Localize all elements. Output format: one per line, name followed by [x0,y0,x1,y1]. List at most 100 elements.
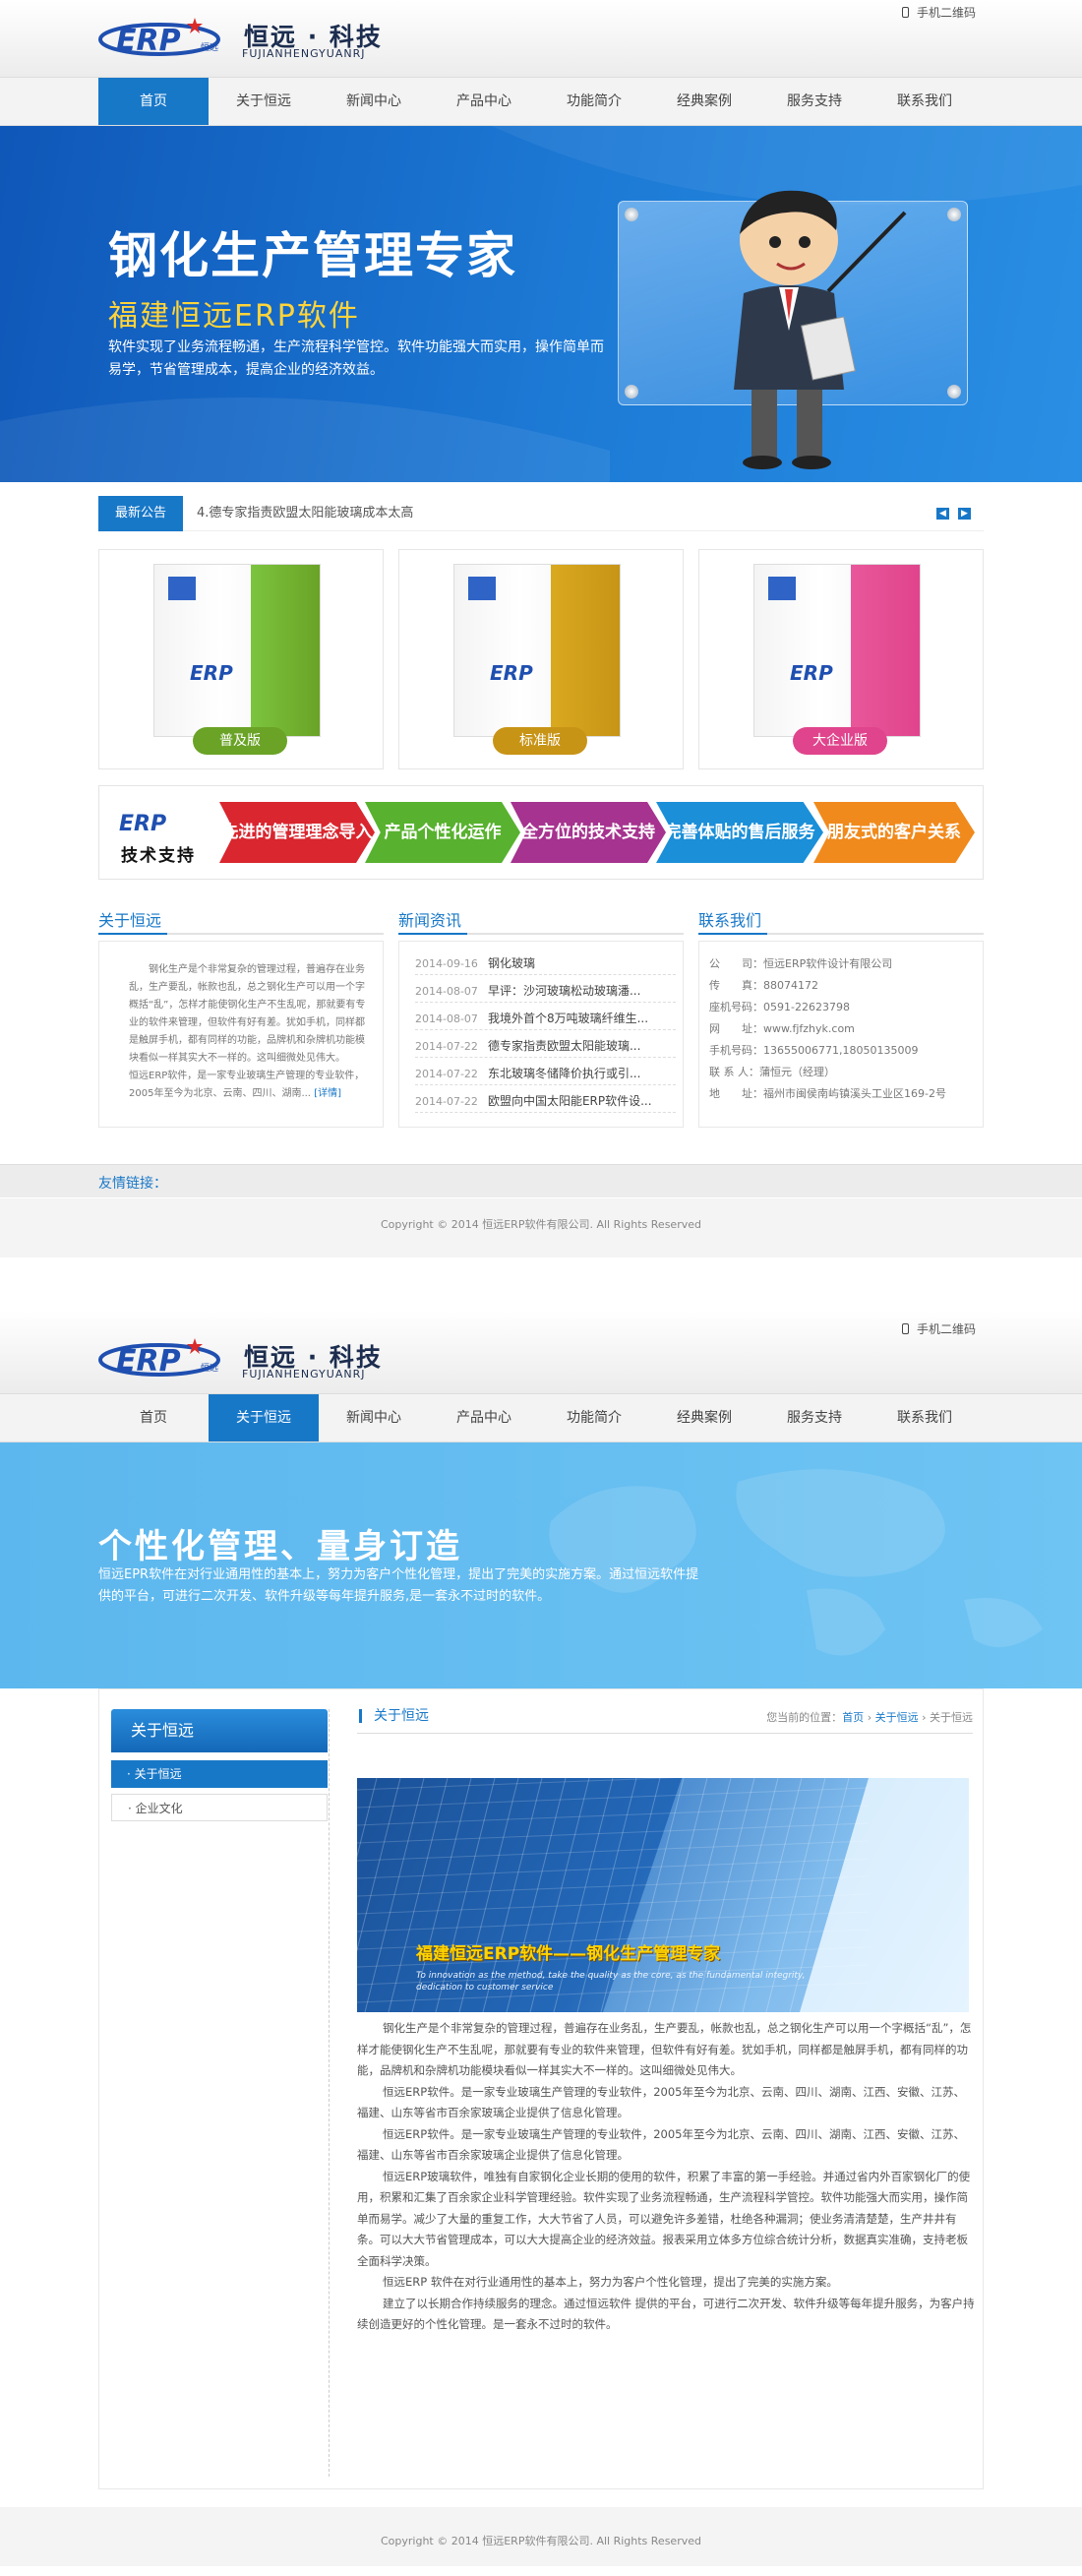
notice-text[interactable]: 4.德专家指责欧盟太阳能玻璃成本太高 [197,496,413,531]
news-item[interactable]: 2014-08-07 早评：沙河玻璃松动玻璃潘... [415,979,676,1003]
product-box-image: ERP [753,564,921,737]
notice-next-icon[interactable]: ▶ [958,508,971,520]
banner-title: 钢化生产管理专家 [108,227,517,284]
box-corner-mark [768,577,796,600]
article-paragraph: 恒远ERP 软件在对行业通用性的基本上，努力为客户个性化管理，提出了完美的实施方… [383,2275,838,2289]
breadcrumb-separator-icon: › [922,1711,930,1724]
sidebar: 关于恒远 · 关于恒远 · 企业文化 [111,1709,330,2477]
contact-website[interactable]: 网 址：www.fjfzhyk.com [709,1020,855,1036]
nav-cases[interactable]: 经典案例 [649,1394,759,1441]
footer: Copyright © 2014 恒远ERP软件有限公司. All Rights… [0,1198,1082,1257]
article-paragraph: 恒远ERP软件。是一家专业玻璃生产管理的专业软件，2005年至今为北京、云南、四… [357,2126,965,2163]
header-bar: ERP 恒远 恒远 · 科技 FUJIANHENGYUANRJ 手机二维码 [0,0,1082,77]
product-standard-button[interactable]: 标准版 [493,727,587,755]
feature-arrow-5: 朋友式的客户关系 [813,802,975,863]
sidebar-item-culture[interactable]: · 企业文化 [111,1794,328,1821]
mobile-qrcode-link[interactable]: 手机二维码 [901,4,976,21]
nav-products[interactable]: 产品中心 [429,78,539,125]
nav-home[interactable]: 首页 [98,1394,209,1441]
nav-home[interactable]: 首页 [98,78,209,125]
svg-text:ERP: ERP [116,1344,181,1379]
nav-about[interactable]: 关于恒远 [209,1394,319,1441]
site-logo[interactable]: ERP 恒远 恒远 · 科技 FUJIANHENGYUANRJ [98,1328,381,1387]
news-item[interactable]: 2014-08-07 我境外首个8万吨玻璃纤维生... [415,1007,676,1030]
feature-arrow-2: 产品个性化运作 [365,802,520,863]
contact-title[interactable]: 联系我们 [698,907,761,931]
logo-small-text: 恒远 [201,43,219,53]
banner-subtitle: 福建恒远ERP软件 [108,299,360,334]
about-box: 钢化生产是个非常复杂的管理过程，普遍存在业务乱，生产要乱，帐款也乱，总之钢化生产… [98,941,384,1128]
phone-icon [901,7,909,18]
image-slogan-2: dedication to customer service [416,1983,554,1993]
brand-name-en: FUJIANHENGYUANRJ [242,47,366,60]
contact-fax: 传 真：88074172 [709,979,818,992]
news-item[interactable]: 2014-07-22 东北玻璃冬储降价执行或引... [415,1062,676,1085]
tech-support-label: 技术支持 [121,846,196,866]
nav-about[interactable]: 关于恒远 [209,78,319,125]
news-item[interactable]: 2014-07-22 德专家指责欧盟太阳能玻璃... [415,1034,676,1058]
about-title[interactable]: 关于恒远 [98,907,161,931]
mobile-qrcode-link[interactable]: 手机二维码 [901,1320,976,1337]
nav-news[interactable]: 新闻中心 [319,1394,429,1441]
article-body: 钢化生产是个非常复杂的管理过程，普遍存在业务乱，生产要乱，帐款也乱，总之钢化生产… [357,2018,975,2336]
nav-news[interactable]: 新闻中心 [319,78,429,125]
box-corner-mark [468,577,496,600]
content-divider [357,1733,973,1734]
sidebar-item-about[interactable]: · 关于恒远 [111,1760,328,1788]
contact-company: 公 司：恒远ERP软件设计有限公司 [709,957,893,970]
nav-features[interactable]: 功能简介 [539,1394,649,1441]
about-text: 钢化生产是个非常复杂的管理过程，普遍存在业务乱，生产要乱，帐款也乱，总之钢化生产… [129,964,366,1099]
svg-text:ERP: ERP [116,24,181,58]
about-divider [98,933,384,935]
nav-products[interactable]: 产品中心 [429,1394,539,1441]
box-logo: ERP [790,661,833,685]
product-basic-button[interactable]: 普及版 [193,727,287,755]
news-item[interactable]: 2014-07-22 欧盟向中国太阳能ERP软件设... [415,1089,676,1113]
news-title[interactable]: 新闻资讯 [398,907,461,931]
box-stripe [251,565,320,736]
nav-support[interactable]: 服务支持 [759,78,870,125]
box-logo: ERP [490,661,533,685]
product-card-enterprise[interactable]: ERP 大企业版 [698,549,984,769]
brand-name-en: FUJIANHENGYUANRJ [242,1368,366,1380]
copyright: Copyright © 2014 恒远ERP软件有限公司. All Rights… [381,2535,701,2547]
breadcrumb-home[interactable]: 首页 [842,1711,864,1724]
banner-title: 个性化管理、量身订造 [98,1527,462,1566]
product-card-basic[interactable]: ERP 普及版 [98,549,384,769]
contact-phone: 座机号码：0591-22623798 [709,1001,850,1013]
building-photo: 福建恒远ERP软件——钢化生产管理专家 To innovation as the… [357,1778,969,2012]
site-logo[interactable]: ERP 恒远 恒远 · 科技 FUJIANHENGYUANRJ [98,8,381,67]
product-box-image: ERP [153,564,321,737]
about-more-link[interactable]: [详情] [314,1088,341,1099]
product-enterprise-button[interactable]: 大企业版 [793,727,887,755]
notice-prev-icon[interactable]: ◀ [936,508,949,520]
box-stripe [551,565,620,736]
contact-person: 联 系 人：蒲恒元（经理） [709,1066,835,1078]
about-content: 关于恒远 · 关于恒远 · 企业文化 关于恒远 您当前的位置：首页 › 关于恒远… [98,1688,984,2489]
news-item[interactable]: 2014-09-16 钢化玻璃 [415,951,676,975]
nav-support[interactable]: 服务支持 [759,1394,870,1441]
main-nav: 首页 关于恒远 新闻中心 产品中心 功能简介 经典案例 服务支持 联系我们 [0,1393,1082,1442]
nav-contact[interactable]: 联系我们 [870,78,980,125]
notice-tag: 最新公告 [98,496,183,531]
contact-mobile: 手机号码：13655006771,18050135009 [709,1044,919,1057]
article-paragraph: 钢化生产是个非常复杂的管理过程，普遍存在业务乱，生产要乱，帐款也乱，总之钢化生产… [357,2021,972,2077]
feature-arrow-3: 全方位的技术支持 [511,802,666,863]
phone-icon [901,1323,909,1334]
box-corner-mark [168,577,196,600]
nav-contact[interactable]: 联系我们 [870,1394,980,1441]
page-separator [0,1257,1082,1311]
feature-arrow-1: 先进的管理理念导入 [219,802,375,863]
product-box-image: ERP [453,564,621,737]
nav-cases[interactable]: 经典案例 [649,78,759,125]
news-box: 2014-09-16 钢化玻璃 2014-08-07 早评：沙河玻璃松动玻璃潘...… [398,941,684,1128]
cartoon-businessman-illustration [734,190,907,469]
breadcrumb-parent[interactable]: 关于恒远 [875,1711,919,1724]
banner-description: 恒远EPR软件在对行业通用性的基本上，努力为客户个性化管理，提出了完美的实施方案… [98,1567,699,1604]
image-slogan-1: To innovation as the method, take the qu… [416,1971,806,1981]
image-caption: 福建恒远ERP软件——钢化生产管理专家 [416,1944,721,1964]
logo-small-text: 恒远 [201,1364,219,1374]
product-card-standard[interactable]: ERP 标准版 [398,549,684,769]
contact-divider [698,933,984,935]
nav-features[interactable]: 功能简介 [539,78,649,125]
